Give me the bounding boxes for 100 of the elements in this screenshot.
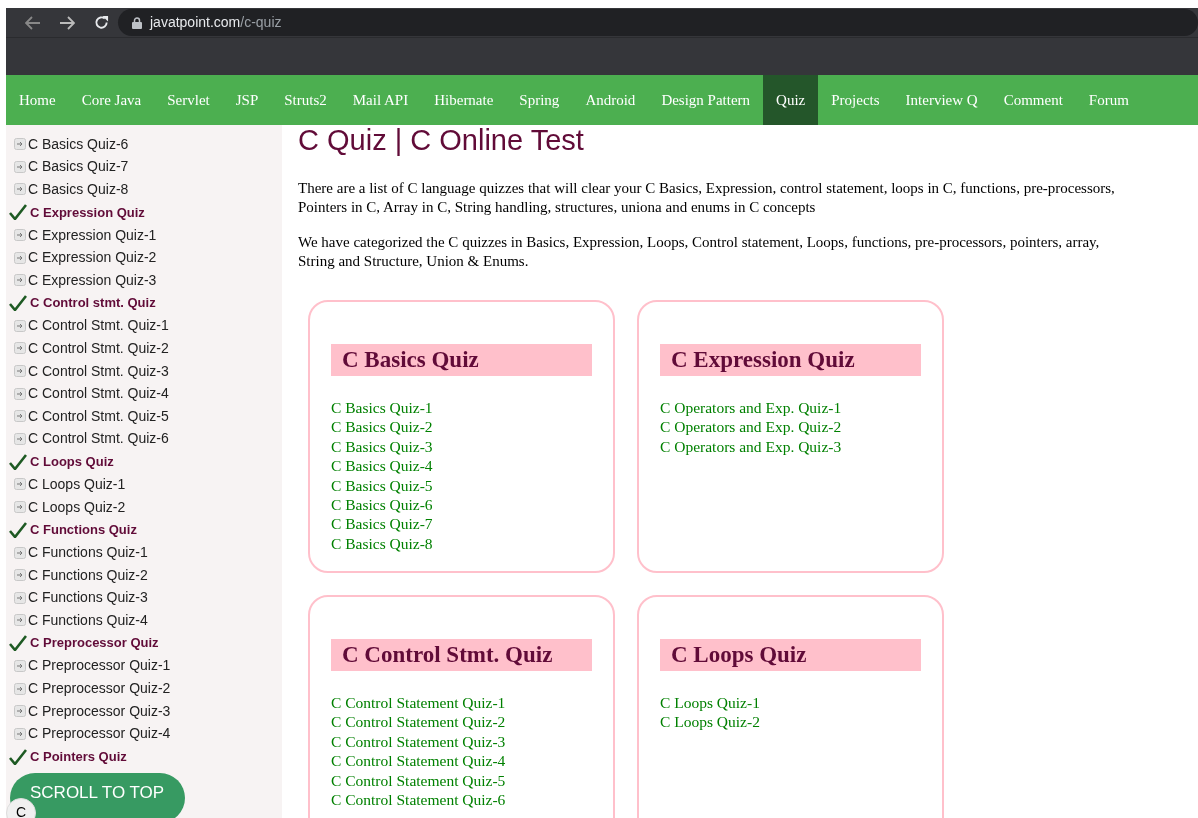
sidebar-link[interactable]: C Functions Quiz-1: [28, 542, 148, 564]
quiz-link[interactable]: C Basics Quiz-5: [331, 475, 592, 496]
arrow-box-icon: [14, 705, 26, 718]
sidebar-link[interactable]: C Expression Quiz-2: [28, 247, 157, 269]
nav-tab[interactable]: Home: [6, 75, 69, 125]
sidebar-link[interactable]: C Loops Quiz-1: [28, 473, 126, 495]
arrow-box-icon: [14, 319, 26, 332]
sidebar-link[interactable]: C Control Stmt. Quiz-4: [28, 383, 169, 405]
arrow-box-icon: [14, 365, 26, 378]
quiz-link[interactable]: C Control Statement Quiz-1: [331, 693, 592, 713]
arrow-box-icon: [14, 546, 26, 559]
nav-tab[interactable]: Mail API: [339, 75, 422, 125]
quiz-link[interactable]: C Basics Quiz-8: [331, 533, 592, 554]
arrow-box-icon: [14, 727, 26, 740]
sidebar-heading: C Expression Quiz: [30, 203, 145, 222]
sidebar-heading: C Loops Quiz: [30, 452, 114, 471]
nav-tab[interactable]: Interview Q: [892, 75, 991, 125]
arrow-box-icon: [14, 160, 26, 173]
arrow-box-icon: [14, 432, 26, 445]
arrow-box-icon: [14, 569, 26, 582]
sidebar-link[interactable]: C Functions Quiz-2: [28, 564, 148, 586]
arrow-box-icon: [14, 138, 26, 151]
sidebar-link[interactable]: C Control Stmt. Quiz-1: [28, 315, 169, 337]
arrow-box-icon: [14, 501, 26, 513]
arrow-box-icon: [14, 682, 26, 695]
card-heading: C Basics Quiz: [331, 344, 592, 376]
paragraph: There are a list of C language quizzes that will clear your C Basics, Expression, control statement, loops in C, functions, pre-processors, Pointers in C, Array in C, String handling, structures, uniona and enums in C concepts: [298, 179, 1116, 217]
nav-tab[interactable]: Comment: [990, 75, 1076, 125]
quiz-link[interactable]: C Control Statement Quiz-6: [331, 790, 592, 810]
check-icon: [9, 295, 27, 312]
sidebar-link[interactable]: C Control Stmt. Quiz-2: [28, 337, 169, 359]
nav-tab[interactable]: Servlet: [154, 75, 223, 125]
arrow-box-icon: [14, 410, 26, 423]
paragraph: We have categorized the C quizzes in Basics, Expression, Loops, Control statement, Loops, functions, pre-processors, pointers, array, String and Structure, Union & Enums.: [298, 233, 1101, 271]
arrow-box-icon: [14, 660, 26, 672]
quiz-link[interactable]: C Control Statement Quiz-3: [331, 731, 592, 752]
sidebar-link[interactable]: C Preprocessor Quiz-2: [28, 678, 171, 700]
quiz-link[interactable]: C Control Statement Quiz-5: [331, 770, 592, 791]
arrow-box-icon: [14, 614, 26, 627]
sidebar-heading: C Control stmt. Quiz: [30, 294, 156, 313]
nav-tab[interactable]: Android: [572, 75, 649, 125]
sidebar-link[interactable]: C Preprocessor Quiz-3: [28, 700, 171, 722]
quiz-link[interactable]: C Loops Quiz-1: [660, 693, 921, 713]
reload-icon[interactable]: [93, 15, 109, 30]
quiz-link[interactable]: C Basics Quiz-1: [331, 398, 592, 418]
quiz-link[interactable]: C Operators and Exp. Quiz-3: [660, 436, 921, 457]
check-icon: [9, 748, 27, 765]
check-icon: [9, 453, 27, 470]
check-icon: [9, 521, 27, 538]
nav-tab[interactable]: Core Java: [68, 75, 155, 125]
sidebar-link[interactable]: C Loops Quiz-2: [28, 496, 126, 518]
quiz-link[interactable]: C Basics Quiz-6: [331, 495, 592, 515]
nav-tab[interactable]: Spring: [506, 75, 573, 125]
arrow-box-icon: [14, 251, 26, 264]
sidebar-link[interactable]: C Basics Quiz-6: [28, 133, 129, 155]
arrow-box-icon: [14, 274, 26, 287]
quiz-link[interactable]: C Basics Quiz-3: [331, 436, 592, 457]
arrow-box-icon: [14, 183, 26, 196]
nav-tab[interactable]: Quiz: [763, 75, 819, 125]
nav-tab[interactable]: Hibernate: [421, 75, 507, 125]
sidebar-link[interactable]: C Preprocessor Quiz-4: [28, 723, 171, 745]
sidebar-heading: C Functions Quiz: [30, 521, 137, 540]
forward-icon[interactable]: [59, 15, 75, 30]
quiz-link[interactable]: C Loops Quiz-2: [660, 712, 921, 732]
sidebar-link[interactable]: C Basics Quiz-8: [28, 179, 129, 200]
sidebar-heading: C Preprocessor Quiz: [30, 634, 159, 653]
sidebar-link[interactable]: C Preprocessor Quiz-1: [28, 655, 171, 677]
nav-tab[interactable]: Design Pattern: [648, 75, 764, 125]
sidebar-link[interactable]: C Control Stmt. Quiz-5: [28, 405, 169, 427]
sidebar-link[interactable]: C Control Stmt. Quiz-6: [28, 428, 169, 450]
quiz-link[interactable]: C Basics Quiz-4: [331, 456, 592, 476]
sidebar-link[interactable]: C Expression Quiz-3: [28, 269, 157, 291]
nav-tab[interactable]: Forum: [1075, 75, 1142, 125]
arrow-box-icon: [14, 342, 26, 355]
card-heading: C Control Stmt. Quiz: [331, 639, 592, 671]
back-icon[interactable]: [25, 15, 41, 30]
nav-tab[interactable]: Struts2: [271, 75, 340, 125]
quiz-link[interactable]: C Operators and Exp. Quiz-2: [660, 417, 921, 437]
url-text: javatpoint.com/c-quiz: [150, 13, 282, 32]
card-heading: C Loops Quiz: [660, 639, 921, 671]
arrow-box-icon: [14, 387, 26, 400]
quiz-link[interactable]: C Basics Quiz-7: [331, 514, 592, 534]
address-bar[interactable]: javatpoint.com/c-quiz: [118, 9, 1198, 36]
quiz-link[interactable]: C Basics Quiz-2: [331, 417, 592, 437]
arrow-box-icon: [14, 229, 26, 242]
check-icon: [9, 204, 27, 221]
check-icon: [9, 635, 27, 652]
page-title: C Quiz | C Online Test: [298, 125, 585, 155]
quiz-link[interactable]: C Control Statement Quiz-4: [331, 751, 592, 771]
quiz-link[interactable]: C Operators and Exp. Quiz-1: [660, 398, 921, 418]
sidebar-link[interactable]: C Control Stmt. Quiz-3: [28, 360, 169, 382]
sidebar-link[interactable]: C Functions Quiz-3: [28, 587, 148, 609]
nav-tab[interactable]: JSP: [222, 75, 272, 125]
sidebar-link[interactable]: C Expression Quiz-1: [28, 224, 157, 246]
sidebar-heading: C Pointers Quiz: [30, 747, 127, 766]
sidebar-link[interactable]: C Functions Quiz-4: [28, 609, 148, 631]
nav-tab[interactable]: Projects: [818, 75, 893, 125]
lock-icon: [132, 16, 142, 29]
sidebar-link[interactable]: C Basics Quiz-7: [28, 156, 129, 178]
quiz-link[interactable]: C Control Statement Quiz-2: [331, 712, 592, 732]
